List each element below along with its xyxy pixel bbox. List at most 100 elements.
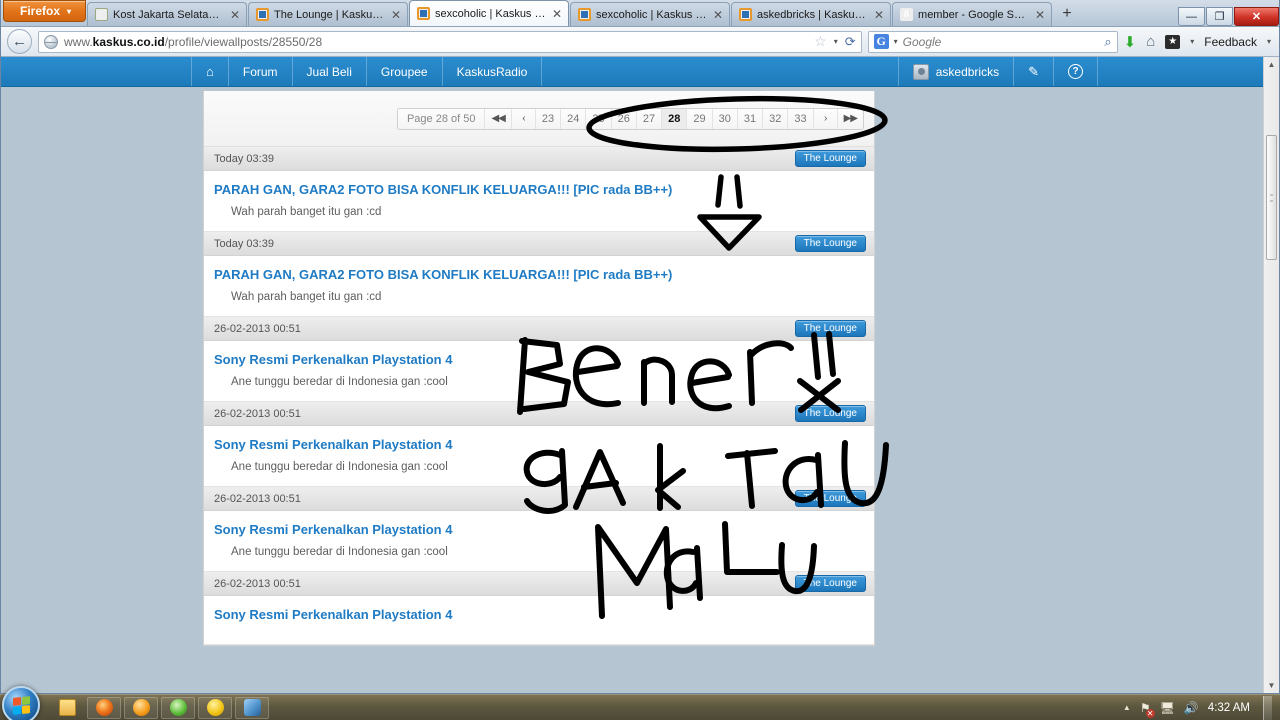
sitenav-home[interactable]: ⌂ [191, 57, 229, 86]
prev-page-button[interactable]: ‹ [511, 108, 536, 129]
page-button-30[interactable]: 30 [712, 108, 738, 129]
post-meta-bar: 26-02-2013 00:51 The Lounge [204, 402, 874, 426]
close-icon[interactable]: ✕ [230, 8, 240, 22]
reload-icon[interactable]: ⟳ [845, 34, 856, 50]
close-window-button[interactable]: ✕ [1234, 7, 1279, 26]
help-button[interactable]: ? [1054, 57, 1098, 86]
minimize-button[interactable]: — [1178, 7, 1205, 26]
page-button-31[interactable]: 31 [737, 108, 764, 129]
show-hidden-icons-button[interactable]: ▲ [1123, 703, 1131, 712]
browser-tab-2[interactable]: The Lounge | Kaskus - Th... ✕ [248, 2, 409, 26]
kaskus-favicon [739, 8, 753, 21]
url-domain: kaskus.co.id [92, 34, 165, 49]
close-icon[interactable]: ✕ [713, 8, 723, 22]
taskbar-file-explorer[interactable] [50, 697, 84, 719]
next-page-button[interactable]: › [813, 108, 838, 129]
chevron-down-icon[interactable]: ▾ [1267, 37, 1271, 46]
site-nav-left: ⌂ Forum Jual Beli Groupee KaskusRadio [191, 57, 543, 86]
close-icon[interactable]: ✕ [552, 7, 562, 21]
sitenav-forum[interactable]: Forum [229, 57, 293, 86]
first-page-button[interactable]: ◀◀ [485, 108, 512, 129]
taskbar-firefox[interactable] [87, 696, 121, 719]
monitor-icon[interactable]: 🖥 [1160, 701, 1175, 715]
volume-icon[interactable]: 🔊 [1184, 701, 1199, 715]
sitenav-kaskusradio[interactable]: KaskusRadio [443, 57, 543, 86]
forum-badge[interactable]: The Lounge [794, 150, 866, 167]
close-icon[interactable]: ✕ [391, 8, 401, 22]
scroll-down-icon[interactable]: ▼ [1264, 678, 1279, 693]
url-bar[interactable]: www.kaskus.co.id/profile/viewallposts/28… [38, 30, 862, 53]
paint-icon [243, 699, 261, 716]
taskbar-media-player[interactable] [161, 696, 195, 719]
post-title-link[interactable]: Sony Resmi Perkenalkan Playstation 4 [214, 607, 864, 622]
feedback-button[interactable]: Feedback [1204, 35, 1257, 49]
search-input[interactable]: Google [903, 35, 1100, 49]
browser-tab-3-active[interactable]: sexcoholic | Kaskus - The... ✕ [409, 0, 570, 26]
post-date: Today 03:39 [214, 237, 274, 250]
firefox-window: Firefox ▾ Kost Jakarta Selatan TB Si... … [0, 0, 1280, 694]
forum-badge[interactable]: The Lounge [794, 575, 866, 592]
post-meta-bar: 26-02-2013 00:51 The Lounge [204, 317, 874, 341]
post-title-link[interactable]: Sony Resmi Perkenalkan Playstation 4 [214, 437, 864, 452]
post-row: 26-02-2013 00:51 The Lounge Sony Resmi P… [204, 572, 874, 645]
forum-badge[interactable]: The Lounge [794, 235, 866, 252]
bookmarks-icon[interactable]: ★ [1165, 34, 1181, 49]
new-tab-button[interactable]: + [1055, 3, 1079, 25]
taskbar-paint[interactable] [235, 696, 269, 719]
page-button-27[interactable]: 27 [636, 108, 663, 129]
page-button-24[interactable]: 24 [561, 108, 587, 129]
tab-title: sexcoholic | Kaskus - The... [596, 8, 708, 21]
tab-title: sexcoholic | Kaskus - The... [435, 7, 547, 20]
chevron-down-icon[interactable]: ▾ [1190, 37, 1194, 46]
search-icon[interactable]: ⌕ [1104, 34, 1111, 50]
close-icon[interactable]: ✕ [1035, 8, 1045, 22]
page-button-29[interactable]: 29 [687, 108, 713, 129]
scroll-up-icon[interactable]: ▲ [1264, 57, 1279, 72]
browser-tab-5[interactable]: askedbricks | Kaskus - Th... ✕ [731, 2, 892, 26]
home-icon[interactable]: ⌂ [1146, 33, 1155, 50]
page-button-25[interactable]: 25 [586, 108, 612, 129]
user-menu[interactable]: askedbricks [897, 57, 1015, 86]
show-desktop-button[interactable] [1263, 695, 1272, 720]
post-title-link[interactable]: Sony Resmi Perkenalkan Playstation 4 [214, 352, 864, 367]
chevron-down-icon[interactable]: ▾ [834, 37, 838, 46]
post-body: Sony Resmi Perkenalkan Playstation 4 [204, 596, 874, 644]
sitenav-jual-beli[interactable]: Jual Beli [293, 57, 367, 86]
last-page-button[interactable]: ▶▶ [837, 108, 863, 129]
close-icon[interactable]: ✕ [874, 8, 884, 22]
forum-badge[interactable]: The Lounge [794, 320, 866, 337]
taskbar-items [50, 696, 269, 719]
page-button-26[interactable]: 26 [611, 108, 637, 129]
page-button-32[interactable]: 32 [763, 108, 789, 129]
page-button-33[interactable]: 33 [788, 108, 814, 129]
page-button-23[interactable]: 23 [535, 108, 562, 129]
browser-tab-4[interactable]: sexcoholic | Kaskus - The... ✕ [570, 2, 731, 26]
browser-tab-1[interactable]: Kost Jakarta Selatan TB Si... ✕ [87, 2, 248, 26]
post-title-link[interactable]: Sony Resmi Perkenalkan Playstation 4 [214, 522, 864, 537]
back-button[interactable]: ← [7, 29, 32, 54]
post-meta-bar: 26-02-2013 00:51 The Lounge [204, 572, 874, 596]
post-title-link[interactable]: PARAH GAN, GARA2 FOTO BISA KONFLIK KELUA… [214, 267, 864, 282]
post-meta-bar: Today 03:39 The Lounge [204, 232, 874, 256]
sitenav-groupee[interactable]: Groupee [367, 57, 443, 86]
browser-tab-6[interactable]: 8 member - Google Search ✕ [892, 2, 1053, 26]
page-button-28-current[interactable]: 28 [662, 108, 688, 129]
forum-badge[interactable]: The Lounge [794, 490, 866, 507]
start-button[interactable] [2, 686, 40, 720]
taskbar-yahoo-messenger[interactable] [198, 696, 232, 719]
chevron-down-icon[interactable]: ▾ [894, 37, 898, 46]
bookmark-star-icon[interactable]: ☆ [814, 33, 827, 50]
panel-header: Page 28 of 50 ◀◀ ‹ 23 24 25 26 27 28 29 … [204, 91, 874, 147]
firefox-menu-button[interactable]: Firefox ▾ [3, 0, 87, 22]
scrollbar-thumb[interactable] [1266, 135, 1277, 260]
restore-button[interactable]: ❐ [1206, 7, 1233, 26]
taskbar-opera[interactable] [124, 696, 158, 719]
edit-profile-button[interactable]: ✎ [1014, 57, 1054, 86]
post-title-link[interactable]: PARAH GAN, GARA2 FOTO BISA KONFLIK KELUA… [214, 182, 864, 197]
clock[interactable]: 4:32 AM [1208, 702, 1250, 714]
forum-badge[interactable]: The Lounge [794, 405, 866, 422]
search-bar[interactable]: G ▾ Google ⌕ [867, 30, 1118, 53]
download-icon[interactable]: ⬇ [1124, 33, 1137, 51]
network-error-icon[interactable]: ⚑ [1140, 701, 1155, 718]
vertical-scrollbar[interactable]: ▲ ▼ [1263, 57, 1279, 693]
